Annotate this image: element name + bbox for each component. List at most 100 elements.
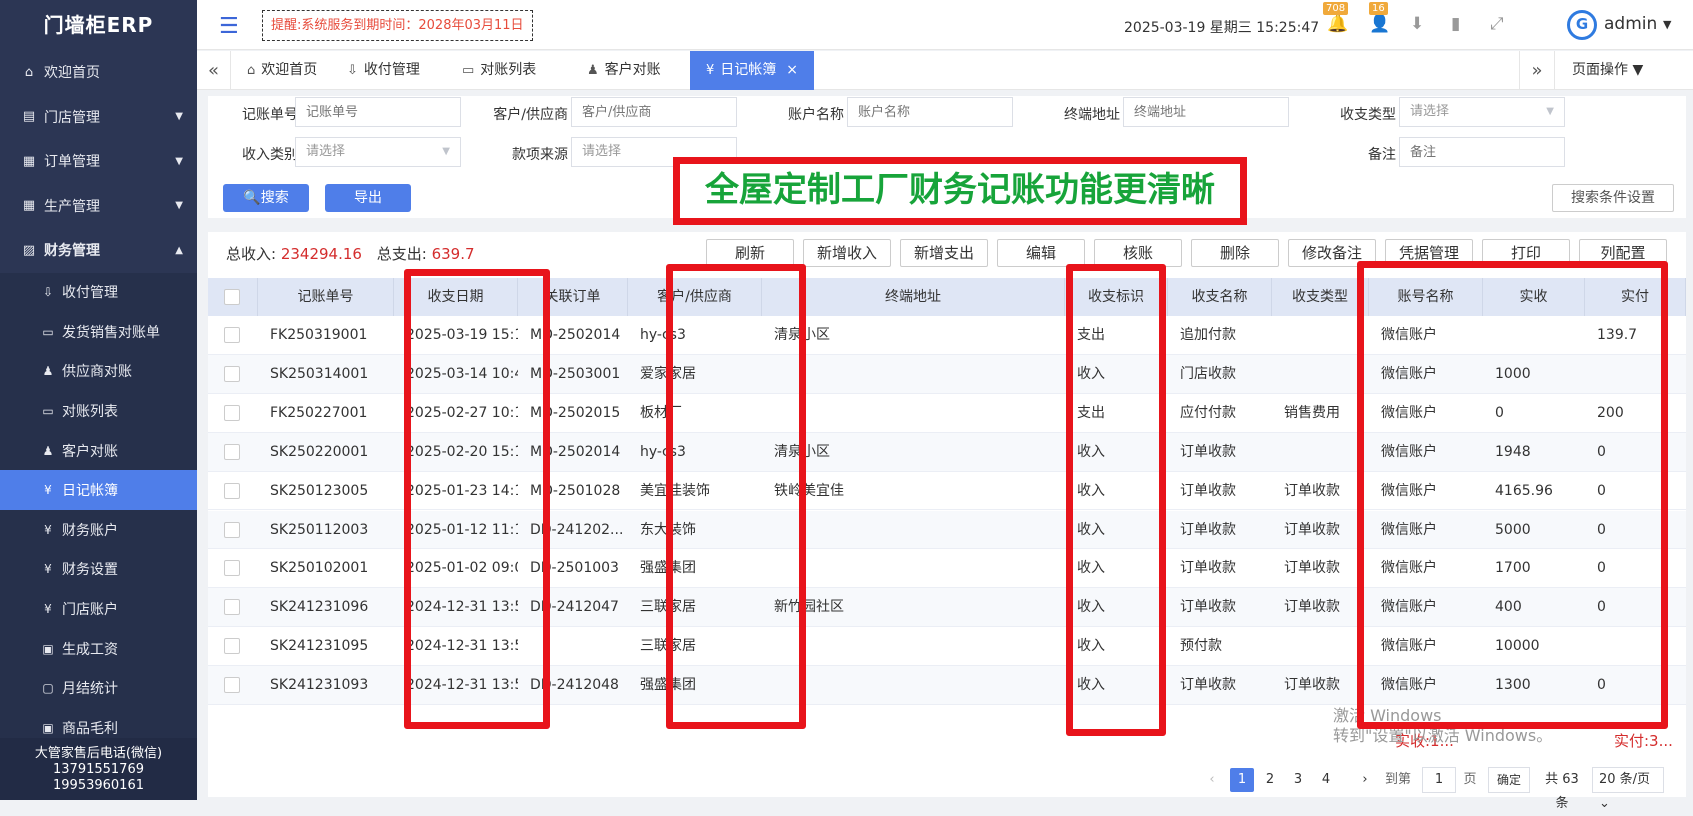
page-number-button[interactable]: 1 [1230,768,1254,792]
search-settings-button[interactable]: 搜索条件设置 [1552,184,1674,212]
sidebar-subitem-1[interactable]: ▭ 发货销售对账单 [0,312,197,352]
terminal-input[interactable] [1123,97,1289,127]
home-icon: ⌂ [24,64,34,80]
column-header[interactable]: 收支类型 [1272,278,1369,316]
sidebar-subitem-8[interactable]: ¥ 门店账户 [0,589,197,629]
page-number-button[interactable]: 2 [1258,768,1282,792]
terminal-label: 终端地址 [1064,107,1120,123]
chevron-icon: ▼ [175,111,183,123]
sidebar-item-4[interactable]: ▨ 财务管理 ▲ [0,228,197,273]
sidebar-subitem-0[interactable]: ⇩ 收付管理 [0,272,197,313]
type-select[interactable]: 请选择 ▼ [1399,97,1565,127]
page-unit: 页 [1463,772,1477,787]
action-button-1[interactable]: 新增收入 [803,239,891,267]
row-checkbox[interactable] [224,599,240,616]
supplier-icon: ♟ [42,364,54,379]
action-button-2[interactable]: 新增支出 [900,239,988,267]
user-message-icon[interactable]: 👤 [1369,14,1390,34]
customer-input[interactable] [571,97,737,127]
next-page-icon[interactable]: › [1355,768,1375,792]
chevron-down-icon[interactable]: ▼ [1663,18,1671,31]
tab-label: 欢迎首页 [261,62,318,78]
sidebar-item-2[interactable]: ▦ 订单管理 ▼ [0,139,197,184]
sidebar-subitem-5[interactable]: ¥ 日记帐簿 [0,470,197,511]
sidebar-item-label: 财务管理 [44,243,100,260]
bell-icon[interactable]: 🔔 [1327,14,1348,34]
account-input[interactable] [847,97,1013,127]
select-all-checkbox[interactable] [224,289,240,305]
goto-confirm-button[interactable]: 确定 [1488,767,1530,793]
user-name[interactable]: admin [1604,14,1657,34]
sidebar-item-3[interactable]: ▦ 生产管理 ▼ [0,184,197,229]
table-cell [1272,355,1369,393]
row-checkbox[interactable] [224,521,240,538]
row-checkbox[interactable] [224,443,240,460]
category-select[interactable]: 请选择 ▼ [295,137,461,167]
action-button-5[interactable]: 删除 [1191,239,1279,267]
sidebar-subitem-9[interactable]: ▣ 生成工资 [0,628,197,669]
table-cell: 订单收款 [1284,560,1340,577]
sidebar-subitem-4[interactable]: ♟ 客户对账 [0,430,197,471]
page-number-button[interactable]: 4 [1314,768,1338,792]
prev-page-icon[interactable]: ‹ [1202,768,1222,792]
sidebar-subitem-10[interactable]: ▢ 月结统计 [0,668,197,709]
fullscreen-icon[interactable]: ⤢ [1490,14,1504,34]
row-checkbox[interactable] [224,677,240,694]
sidebar-item-1[interactable]: ▤ 门店管理 ▼ [0,95,197,140]
action-button-3[interactable]: 编辑 [997,239,1085,267]
sidebar-subitem-label: 月结统计 [62,681,118,698]
page-number-button[interactable]: 3 [1286,768,1310,792]
clipboard-icon[interactable]: ▮ [1451,14,1460,34]
row-checkbox[interactable] [224,327,240,343]
table-cell [762,549,1065,587]
account-label: 账户名称 [788,107,844,123]
customer-icon: ♟ [587,63,599,78]
row-checkbox[interactable] [224,404,240,421]
type-label: 收支类型 [1340,107,1396,123]
sidebar-subitem-label: 商品毛利 [62,720,118,737]
table-cell [762,511,1065,549]
tab-4[interactable]: ¥ 日记帐簿 × [690,51,815,90]
row-checkbox[interactable] [224,482,240,499]
top-bar: ☰ 提醒:系统服务到期时间：2028年03月11日 2025-03-19 星期三… [197,0,1693,50]
row-checkbox[interactable] [224,638,240,655]
page-operations-menu[interactable]: 页面操作 ▼ [1572,51,1643,90]
remark-input[interactable] [1399,137,1565,167]
tab-scroll-right-icon[interactable]: » [1519,51,1555,90]
tab-2[interactable]: ▭ 对账列表 [462,51,536,90]
voucher-no-input[interactable] [295,97,461,127]
page-size-select[interactable]: 20 条/页 ⌄ [1592,767,1664,811]
avatar[interactable]: G [1567,10,1597,40]
action-button-0[interactable]: 刷新 [706,239,794,267]
sidebar-item-0[interactable]: ⌂ 欢迎首页 [0,50,197,95]
table-cell [1272,627,1369,665]
column-header[interactable]: 终端地址 [762,278,1065,316]
table-cell: 预付款 [1180,638,1222,655]
export-button[interactable]: 导出 [325,184,411,212]
menu-toggle-icon[interactable]: ☰ [219,14,239,39]
column-header[interactable]: 记账单号 [258,278,394,316]
sidebar-subitem-6[interactable]: ¥ 财务账户 [0,510,197,550]
table-cell: SK250314001 [270,365,369,382]
chevron-down-icon: ▼ [442,146,450,157]
sidebar-subitem-7[interactable]: ¥ 财务设置 [0,549,197,590]
table-cell: 新竹园社区 [774,599,844,616]
tab-1[interactable]: ⇩ 收付管理 [347,51,420,90]
row-checkbox[interactable] [224,560,240,577]
sidebar-subitem-2[interactable]: ♟ 供应商对账 [0,351,197,392]
sidebar-subitem-3[interactable]: ▭ 对账列表 [0,391,197,431]
sidebar-subitem-label: 收付管理 [62,285,118,302]
goto-page-input[interactable]: 1 [1422,767,1456,793]
pin-icon[interactable]: ⬇ [1410,14,1424,34]
source-select-value: 请选择 [582,144,622,159]
search-button[interactable]: 🔍搜索 [223,184,309,212]
tab-0[interactable]: ⌂ 欢迎首页 [247,51,317,90]
tab-3[interactable]: ♟ 客户对账 [587,51,661,90]
close-icon[interactable]: × [786,62,798,78]
tab-scroll-left-icon[interactable]: « [197,51,231,90]
column-header[interactable]: 收支名称 [1168,278,1272,316]
expense-total: 639.7 [431,245,475,263]
highlight-box-amount-columns [1357,261,1668,729]
row-checkbox[interactable] [224,365,240,382]
action-button-4[interactable]: 核账 [1094,239,1182,267]
